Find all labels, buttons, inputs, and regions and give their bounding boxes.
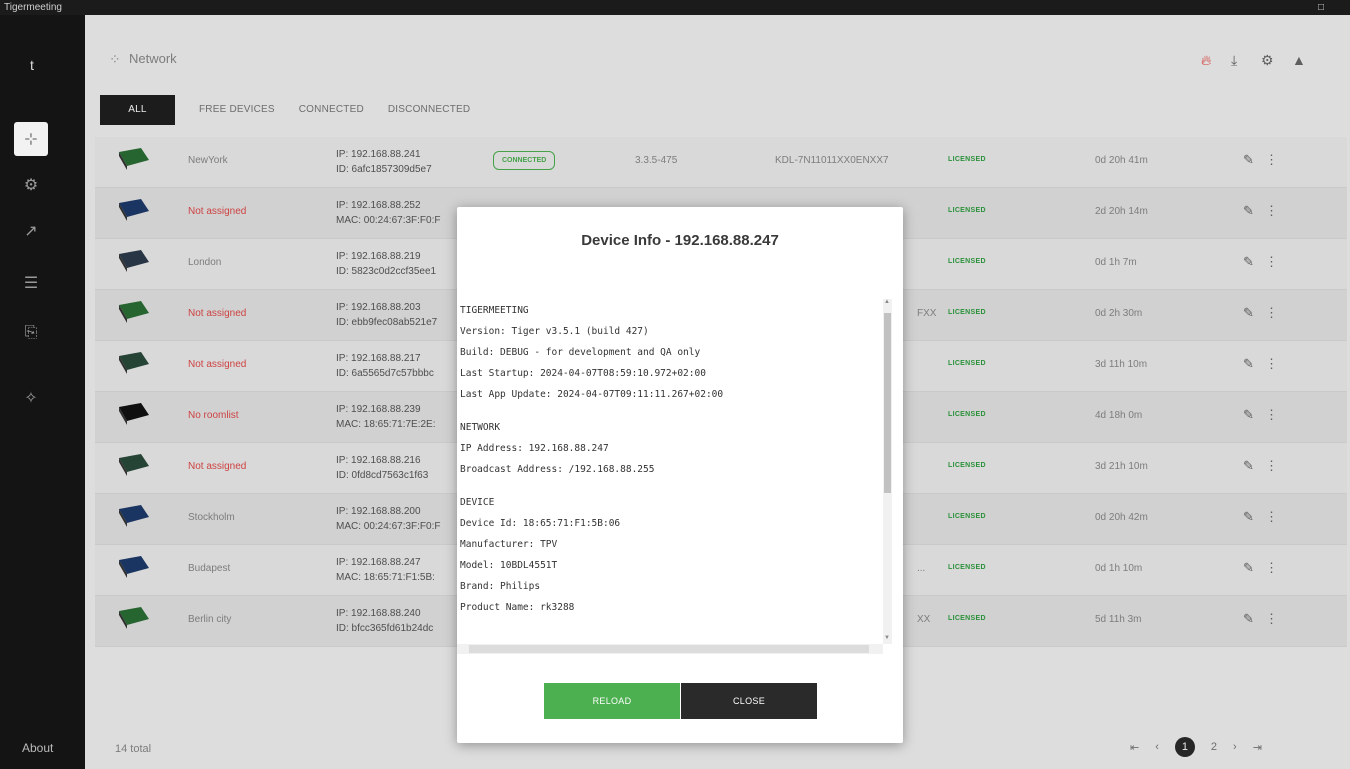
info-line: DEVICE <box>460 497 495 508</box>
info-line: NETWORK <box>460 422 501 433</box>
vertical-scrollbar[interactable]: ▲ ▼ <box>883 299 892 644</box>
scrollbar-thumb[interactable] <box>884 313 891 493</box>
sidebar-item-documents[interactable]: ⎘ <box>18 320 44 346</box>
info-line: IP Address: 192.168.88.247 <box>460 443 609 454</box>
info-line: Product Name: rk3288 <box>460 602 575 613</box>
info-line: Broadcast Address: /192.168.88.255 <box>460 464 655 475</box>
info-line: Last Startup: 2024-04-07T08:59:10.972+02… <box>460 368 706 379</box>
close-button[interactable]: CLOSE <box>681 683 817 719</box>
window-title: Tigermeeting <box>4 2 62 13</box>
info-line: Build: DEBUG - for development and QA on… <box>460 347 701 358</box>
chart-icon: ↗ <box>24 223 38 240</box>
document-icon: ⎘ <box>24 324 38 341</box>
info-line: Brand: Philips <box>460 581 541 592</box>
info-line: Model: 10BDL4551T <box>460 560 558 571</box>
sidebar: t ⊹ ⚙ ↗ ☰ ⎘ ✧ About <box>0 15 85 769</box>
info-line: TIGERMEETING <box>460 305 529 316</box>
sidebar-item-tools[interactable]: ✧ <box>18 385 44 411</box>
sidebar-about[interactable]: About <box>22 741 53 755</box>
window-titlebar: Tigermeeting □ <box>0 0 1350 15</box>
magic-wand-icon: ✧ <box>24 390 38 407</box>
sidebar-item-network[interactable]: ⊹ <box>14 122 48 156</box>
device-info-dialog: Device Info - 192.168.88.247 TIGERMEETIN… <box>457 207 903 743</box>
scroll-down-icon[interactable]: ▼ <box>884 635 890 641</box>
window-controls-icon[interactable]: □ <box>1318 0 1324 15</box>
app-logo: t <box>30 57 34 73</box>
sidebar-item-settings[interactable]: ⚙ <box>18 172 44 198</box>
info-line: Last App Update: 2024-04-07T09:11:11.267… <box>460 389 724 400</box>
info-line: Device Id: 18:65:71:F1:5B:06 <box>460 518 621 529</box>
device-info-text: TIGERMEETING Version: Tiger v3.5.1 (build… <box>457 299 883 654</box>
sidebar-item-statistics[interactable]: ↗ <box>18 218 44 244</box>
reload-button[interactable]: RELOAD <box>544 683 680 719</box>
dialog-title: Device Info - 192.168.88.247 <box>581 232 779 249</box>
network-icon: ⊹ <box>24 131 38 148</box>
info-line: Version: Tiger v3.5.1 (build 427) <box>460 326 649 337</box>
scroll-up-icon[interactable]: ▲ <box>884 299 890 305</box>
info-line: Manufacturer: TPV <box>460 539 558 550</box>
list-icon: ☰ <box>23 275 39 292</box>
gears-icon: ⚙ <box>23 177 39 194</box>
horizontal-scrollbar[interactable] <box>457 644 883 654</box>
scrollbar-thumb[interactable] <box>469 645 869 653</box>
sidebar-item-list[interactable]: ☰ <box>18 270 44 296</box>
